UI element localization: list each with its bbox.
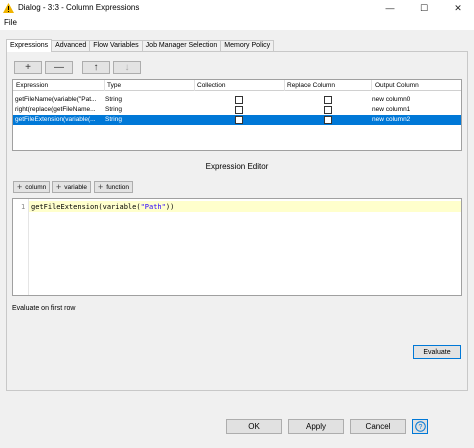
table-row-selected[interactable]: getFileExtension(variable(... String new… [13, 115, 461, 125]
table-row[interactable]: right(replace(getFileName... String new … [13, 105, 461, 115]
svg-text:?: ? [418, 424, 422, 431]
plus-icon: + [56, 182, 62, 192]
insert-function-button[interactable]: + function [94, 181, 134, 193]
code-string-literal: "Path" [140, 203, 166, 211]
collection-checkbox[interactable] [235, 116, 243, 124]
header-collection[interactable]: Collection [197, 82, 226, 89]
apply-button[interactable]: Apply [288, 419, 344, 434]
window-title: Dialog - 3:3 - Column Expressions [18, 3, 140, 12]
replace-column-checkbox[interactable] [324, 116, 332, 124]
expression-editor[interactable]: 1 getFileExtension(variable("Path")) [12, 198, 462, 296]
line-number: 1 [21, 203, 26, 211]
title-bar: Dialog - 3:3 - Column Expressions — ☐ ✕ [0, 0, 474, 16]
help-icon: ? [414, 421, 426, 432]
cancel-button[interactable]: Cancel [350, 419, 406, 434]
code-prefix: getFileExtension(variable( [31, 203, 141, 211]
header-replace-column[interactable]: Replace Column [287, 82, 335, 89]
collection-checkbox[interactable] [235, 96, 243, 104]
expression-editor-title: Expression Editor [205, 162, 269, 171]
cell-type: String [105, 116, 122, 123]
add-row-button[interactable]: + [14, 61, 42, 74]
code-suffix: )) [165, 203, 175, 211]
remove-row-button[interactable]: — [45, 61, 73, 74]
line-number-gutter: 1 [13, 199, 29, 295]
table-header: Expression Type Collection Replace Colum… [13, 80, 461, 91]
maximize-button[interactable]: ☐ [412, 0, 436, 16]
insert-column-label: column [25, 183, 47, 191]
collection-checkbox[interactable] [235, 106, 243, 114]
evaluate-button[interactable]: Evaluate [413, 345, 461, 359]
cell-output-column: new column1 [372, 106, 411, 113]
menu-bar: File [0, 16, 474, 30]
cell-expression: right(replace(getFileName... [15, 106, 96, 113]
tab-expressions[interactable]: Expressions [6, 39, 53, 52]
header-output-column[interactable]: Output Column [375, 82, 419, 89]
plus-icon: + [17, 182, 23, 192]
help-button[interactable]: ? [412, 419, 428, 434]
cell-output-column: new column0 [372, 96, 411, 103]
expressions-table: Expression Type Collection Replace Colum… [12, 79, 462, 151]
insert-variable-label: variable [64, 183, 88, 191]
minimize-button[interactable]: — [378, 0, 402, 16]
menu-file[interactable]: File [4, 18, 17, 27]
replace-column-checkbox[interactable] [324, 106, 332, 114]
column-separator [371, 80, 372, 91]
insert-function-label: function [106, 183, 130, 191]
header-type[interactable]: Type [107, 82, 121, 89]
ok-button[interactable]: OK [226, 419, 282, 434]
close-button[interactable]: ✕ [446, 0, 470, 16]
cell-output-column: new column2 [372, 116, 411, 123]
cell-type: String [105, 106, 122, 113]
insert-variable-button[interactable]: + variable [52, 181, 92, 193]
column-separator [104, 80, 105, 91]
column-separator [194, 80, 195, 91]
plus-icon: + [98, 182, 104, 192]
evaluate-first-row-label: Evaluate on first row [12, 305, 76, 312]
cell-expression: getFileName(variable("Pat... [15, 96, 97, 103]
cell-type: String [105, 96, 122, 103]
header-expression[interactable]: Expression [16, 82, 48, 89]
insert-column-button[interactable]: + column [13, 181, 51, 193]
column-separator [284, 80, 285, 91]
cell-expression: getFileExtension(variable(... [15, 116, 96, 123]
replace-column-checkbox[interactable] [324, 96, 332, 104]
move-down-button[interactable]: ↓ [113, 61, 141, 74]
table-row[interactable]: getFileName(variable("Pat... String new … [13, 95, 461, 105]
move-up-button[interactable]: ↑ [82, 61, 110, 74]
code-text[interactable]: getFileExtension(variable("Path")) [31, 203, 174, 211]
warning-icon [3, 3, 14, 13]
